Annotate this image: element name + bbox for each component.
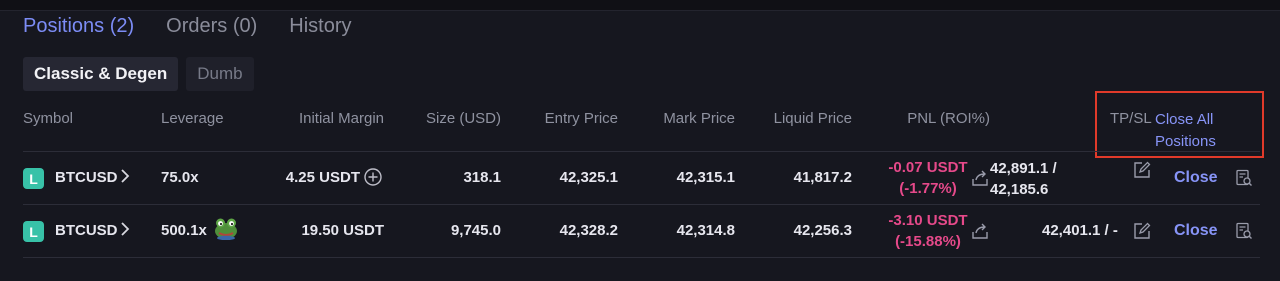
tp-price: 42,891.1 / — [990, 160, 1057, 177]
entry-price-value: 42,328.2 — [559, 222, 618, 239]
symbol-link[interactable]: BTCUSD — [55, 169, 118, 186]
long-badge: L — [23, 221, 44, 242]
subtab-dumb[interactable]: Dumb — [186, 57, 254, 91]
sl-price: 42,185.6 — [990, 181, 1049, 198]
tab-positions[interactable]: Positions (2) — [23, 15, 134, 38]
close-all-label-line2: Positions — [1155, 133, 1216, 150]
roi-percent: (-15.88%) — [895, 233, 961, 250]
col-size: Size (USD) — [425, 110, 501, 127]
positions-tabs: Positions (2) Orders (0) History — [23, 15, 352, 38]
tab-history[interactable]: History — [289, 15, 351, 38]
long-badge: L — [23, 168, 44, 189]
mark-price-value: 42,314.8 — [676, 222, 735, 239]
col-mark-price: Mark Price — [663, 110, 735, 127]
chevron-right-icon[interactable] — [120, 221, 130, 241]
col-symbol: Symbol — [23, 110, 74, 127]
table-row: L BTCUSD 500.1x 19.50 USDT 9,745.0 42,32… — [23, 204, 1260, 257]
leverage-value: 500.1x — [161, 222, 207, 239]
initial-margin-value: 4.25 USDT — [285, 169, 360, 186]
entry-price-value: 42,325.1 — [559, 169, 618, 186]
pnl-amount: -0.07 USDT — [888, 159, 968, 176]
pnl-value: -3.10 USDT (-15.88%) — [883, 210, 973, 252]
tpsl-value: 42,401.1 / - — [1042, 222, 1118, 239]
liquid-price-value: 42,256.3 — [793, 222, 852, 239]
tpsl-value: 42,891.1 / 42,185.6 — [990, 158, 1057, 200]
col-entry-price: Entry Price — [544, 110, 618, 127]
close-all-positions-button[interactable]: Close All Positions — [1155, 109, 1216, 153]
add-margin-icon[interactable] — [363, 167, 383, 191]
col-liquid-price: Liquid Price — [773, 110, 852, 127]
table-header: Symbol Leverage Initial Margin Size (USD… — [0, 110, 1280, 134]
roi-percent: (-1.77%) — [899, 180, 957, 197]
order-search-icon[interactable] — [1235, 169, 1253, 191]
edit-icon[interactable] — [1133, 222, 1151, 244]
order-search-icon[interactable] — [1235, 222, 1253, 244]
tab-orders[interactable]: Orders (0) — [166, 15, 257, 38]
frog-emoji-icon — [213, 216, 239, 244]
subtab-classic-degen[interactable]: Classic & Degen — [23, 57, 179, 91]
col-pnl: PNL (ROI%) — [907, 110, 990, 127]
table-bottom-divider — [23, 257, 1260, 259]
share-icon[interactable] — [971, 169, 989, 191]
size-value: 318.1 — [463, 169, 501, 186]
size-value: 9,745.0 — [450, 222, 501, 239]
symbol-link[interactable]: BTCUSD — [55, 222, 118, 239]
initial-margin-value: 19.50 USDT — [301, 222, 384, 239]
mark-price-value: 42,315.1 — [676, 169, 735, 186]
share-icon[interactable] — [971, 222, 989, 244]
close-position-button[interactable]: Close — [1174, 169, 1218, 187]
col-initial-margin: Initial Margin — [298, 110, 384, 127]
pnl-amount: -3.10 USDT — [888, 212, 968, 229]
position-type-tabs: Classic & Degen Dumb — [23, 57, 254, 91]
col-leverage: Leverage — [161, 110, 224, 127]
pnl-value: -0.07 USDT (-1.77%) — [883, 157, 973, 199]
leverage-value: 75.0x — [161, 169, 199, 186]
close-position-button[interactable]: Close — [1174, 222, 1218, 240]
edit-icon[interactable] — [1133, 161, 1151, 183]
close-all-label-line1: Close All — [1155, 111, 1214, 128]
table-row: L BTCUSD 75.0x 4.25 USDT 318.1 42,325.1 … — [23, 151, 1260, 204]
chevron-right-icon[interactable] — [120, 168, 130, 188]
liquid-price-value: 41,817.2 — [793, 169, 852, 186]
